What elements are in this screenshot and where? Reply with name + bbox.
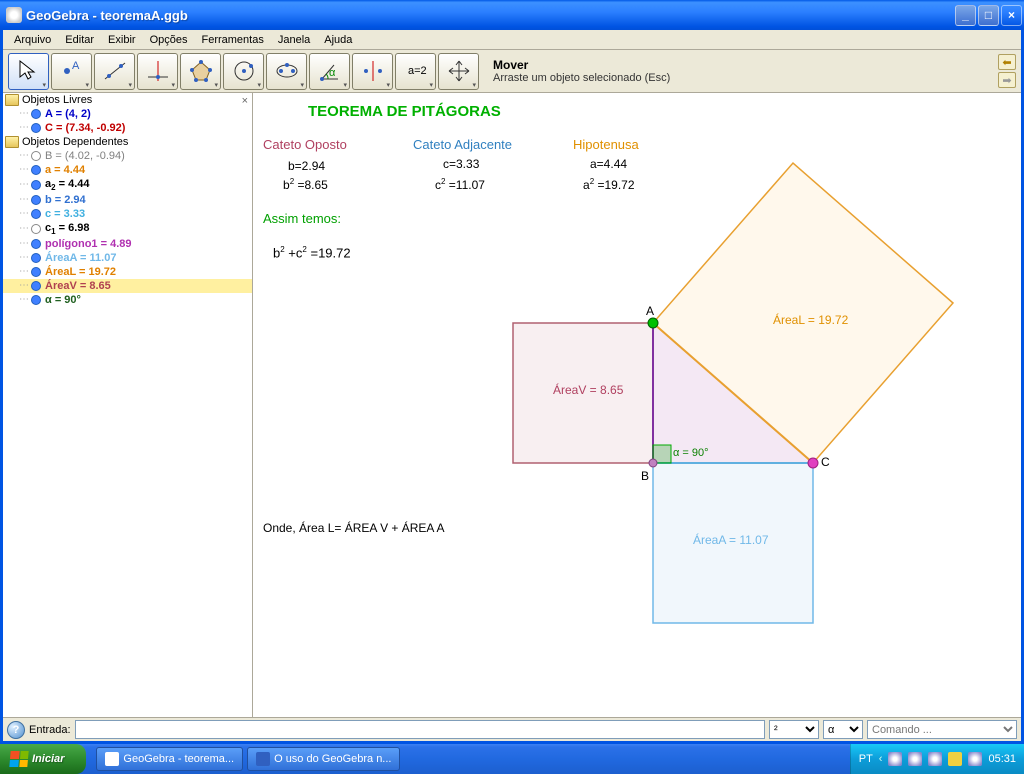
tree-item[interactable]: ⋯α = 90° xyxy=(3,293,252,307)
clock[interactable]: 05:31 xyxy=(988,753,1016,765)
menu-ajuda[interactable]: Ajuda xyxy=(317,32,359,48)
app-icon xyxy=(6,7,22,23)
start-button[interactable]: Iniciar xyxy=(0,744,86,774)
tree-item[interactable]: ⋯a = 4.44 xyxy=(3,163,252,177)
redo-button[interactable]: ➡ xyxy=(998,72,1016,88)
algebra-close-icon[interactable]: × xyxy=(242,95,248,107)
graphics-view[interactable]: TEOREMA DE PITÁGORAS Cateto Oposto b=2.9… xyxy=(253,93,1021,717)
tool-reflect[interactable] xyxy=(352,53,393,90)
window-title: GeoGebra - teoremaA.ggb xyxy=(26,8,953,23)
svg-text:α: α xyxy=(329,67,336,79)
tool-point[interactable]: A xyxy=(51,53,92,90)
label-areav: ÁreaV = 8.65 xyxy=(553,383,623,397)
window-minimize-button[interactable]: _ xyxy=(955,5,976,26)
tree-item[interactable]: ⋯ÁreaA = 11.07 xyxy=(3,251,252,265)
point-a-label: A xyxy=(646,304,654,318)
point-b-label: B xyxy=(641,469,649,483)
svg-text:a=2: a=2 xyxy=(408,65,427,77)
menu-opcoes[interactable]: Opções xyxy=(143,32,195,48)
tool-line[interactable] xyxy=(94,53,135,90)
label-areal: ÁreaL = 19.72 xyxy=(773,313,848,327)
command-select[interactable]: Comando ... xyxy=(867,720,1017,739)
geometry-diagram xyxy=(253,93,1021,713)
algebra-view[interactable]: × Objetos Livres ⋯A = (4, 2)⋯C = (7.34, … xyxy=(3,93,253,717)
tree-item[interactable]: ⋯c = 3.33 xyxy=(3,207,252,221)
tree-item[interactable]: ⋯C = (7.34, -0.92) xyxy=(3,121,252,135)
taskbar-item-geogebra[interactable]: GeoGebra - teorema... xyxy=(96,747,243,771)
tool-conic[interactable] xyxy=(266,53,307,90)
windows-taskbar: Iniciar GeoGebra - teorema... O uso do G… xyxy=(0,744,1024,774)
tray-icon[interactable] xyxy=(908,752,922,766)
menu-exibir[interactable]: Exibir xyxy=(101,32,143,48)
label-alpha: α = 90° xyxy=(673,447,709,459)
menu-arquivo[interactable]: Arquivo xyxy=(7,32,58,48)
window-close-button[interactable]: × xyxy=(1001,5,1022,26)
tree-item[interactable]: ⋯B = (4.02, -0.94) xyxy=(3,149,252,163)
windows-flag-icon xyxy=(9,751,28,767)
tree-dependent-objects[interactable]: Objetos Dependentes xyxy=(3,135,252,149)
tray-icon[interactable] xyxy=(968,752,982,766)
taskbar-item-word[interactable]: O uso do GeoGebra n... xyxy=(247,747,400,771)
toolbar: A α a=2 Mover Arraste um objeto selecion… xyxy=(3,50,1021,93)
tree-item[interactable]: ⋯ÁreaL = 19.72 xyxy=(3,265,252,279)
tool-perpendicular[interactable] xyxy=(137,53,178,90)
tool-polygon[interactable] xyxy=(180,53,221,90)
undo-button[interactable]: ⬅ xyxy=(998,54,1016,70)
tool-hint: Mover Arraste um objeto selecionado (Esc… xyxy=(493,58,996,84)
menu-editar[interactable]: Editar xyxy=(58,32,101,48)
tray-icon[interactable] xyxy=(948,752,962,766)
window-titlebar: GeoGebra - teoremaA.ggb _ □ × xyxy=(0,0,1024,30)
input-bar: ? Entrada: ² α Comando ... xyxy=(3,717,1021,741)
tray-icon[interactable] xyxy=(888,752,902,766)
label-areaa: ÁreaA = 11.07 xyxy=(693,533,769,547)
menubar: Arquivo Editar Exibir Opções Ferramentas… xyxy=(3,30,1021,50)
tree-item[interactable]: ⋯ÁreaV = 8.65 xyxy=(3,279,252,293)
svg-text:A: A xyxy=(72,60,80,72)
tree-free-objects[interactable]: Objetos Livres xyxy=(3,93,252,107)
tree-item[interactable]: ⋯polígono1 = 4.89 xyxy=(3,237,252,251)
tool-move-view[interactable] xyxy=(438,53,479,90)
tool-circle[interactable] xyxy=(223,53,264,90)
menu-ferramentas[interactable]: Ferramentas xyxy=(194,32,270,48)
input-label: Entrada: xyxy=(29,724,71,736)
language-indicator[interactable]: PT xyxy=(859,753,873,765)
window-maximize-button[interactable]: □ xyxy=(978,5,999,26)
tool-angle[interactable]: α xyxy=(309,53,350,90)
menu-janela[interactable]: Janela xyxy=(271,32,317,48)
tool-hint-desc: Arraste um objeto selecionado (Esc) xyxy=(493,72,996,84)
tool-hint-title: Mover xyxy=(493,58,996,72)
tree-item[interactable]: ⋯b = 2.94 xyxy=(3,193,252,207)
help-icon[interactable]: ? xyxy=(7,721,25,739)
symbol-select-2[interactable]: α xyxy=(823,720,863,739)
tool-slider[interactable]: a=2 xyxy=(395,53,436,90)
point-c-label: C xyxy=(821,455,830,469)
command-input[interactable] xyxy=(75,720,765,739)
tree-item[interactable]: ⋯c1 = 6.98 xyxy=(3,221,252,237)
tree-item[interactable]: ⋯A = (4, 2) xyxy=(3,107,252,121)
tray-icon[interactable] xyxy=(928,752,942,766)
tool-move[interactable] xyxy=(8,53,49,90)
system-tray[interactable]: PT ‹ 05:31 xyxy=(850,744,1024,774)
tree-item[interactable]: ⋯a2 = 4.44 xyxy=(3,177,252,193)
symbol-select-1[interactable]: ² xyxy=(769,720,819,739)
tray-chevron-icon[interactable]: ‹ xyxy=(879,753,883,765)
